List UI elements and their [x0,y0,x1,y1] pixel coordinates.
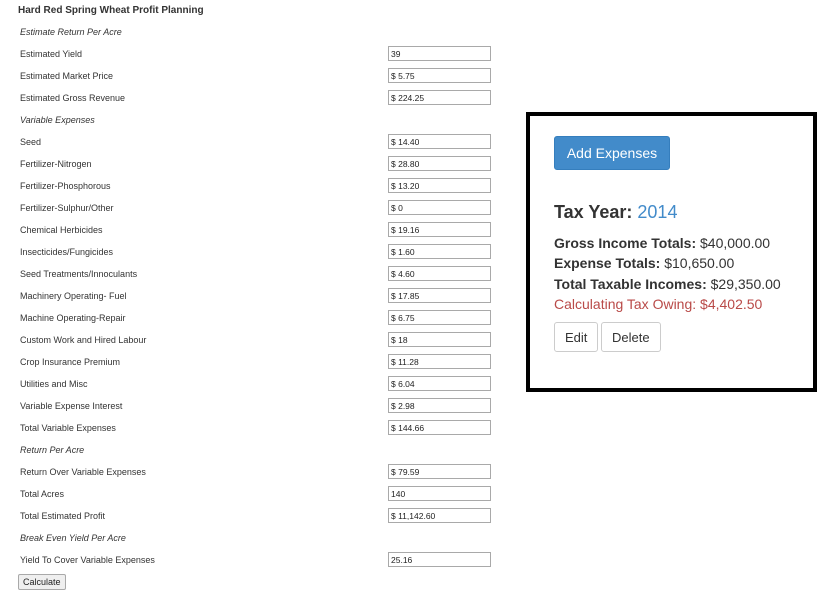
field-label: Estimated Yield [20,49,83,59]
delete-button[interactable]: Delete [601,322,661,352]
form-row-fertilizer-nitrogen: Fertilizer-Nitrogen [20,156,500,172]
form-row-insecticides-fungicides: Insecticides/Fungicides [20,244,500,260]
machinery-operating-fuel-input[interactable] [388,288,491,303]
field-label: Fertilizer-Nitrogen [20,159,92,169]
field-label: Total Acres [20,489,65,499]
return-over-variable-expenses-input[interactable] [388,464,491,479]
field-label: Machinery Operating- Fuel [20,291,127,301]
taxable-income-label: Total Taxable Incomes: [554,276,707,292]
taxable-income-line: Total Taxable Incomes: $29,350.00 [554,276,781,292]
form-row-machine-operating-repair: Machine Operating-Repair [20,310,500,326]
section-heading-variable-expenses: Variable Expenses [20,112,500,128]
gross-income-line: Gross Income Totals: $40,000.00 [554,235,770,251]
chemical-herbicides-input[interactable] [388,222,491,237]
form-row-return-over-variable-expenses: Return Over Variable Expenses [20,464,500,480]
machine-operating-repair-input[interactable] [388,310,491,325]
tax-summary-panel: Add Expenses Tax Year: 2014 Gross Income… [526,112,817,392]
fertilizer-phosphorous-input[interactable] [388,178,491,193]
field-label: Insecticides/Fungicides [20,247,114,257]
field-label: Crop Insurance Premium [20,357,121,367]
gross-income-value: $40,000.00 [700,235,771,251]
tax-year-heading: Tax Year: 2014 [554,202,677,223]
tax-owing-text: Calculating Tax Owing: $4,402.50 [554,296,763,312]
variable-expense-interest-input[interactable] [388,398,491,413]
section-heading-label: Break Even Yield Per Acre [20,533,126,543]
section-heading-return-per-acre: Return Per Acre [20,442,500,458]
edit-button[interactable]: Edit [554,322,599,352]
form-row-machinery-operating-fuel: Machinery Operating- Fuel [20,288,500,304]
tax-year-value: 2014 [637,202,678,222]
form-row-fertilizer-phosphorous: Fertilizer-Phosphorous [20,178,500,194]
form-row-yield-to-cover-variable-expenses: Yield To Cover Variable Expenses [20,552,500,568]
field-label: Machine Operating-Repair [20,313,126,323]
form-row-custom-work-and-hired-labour: Custom Work and Hired Labour [20,332,500,348]
estimated-market-price-input[interactable] [388,68,491,83]
field-label: Variable Expense Interest [20,401,123,411]
fertilizer-nitrogen-input[interactable] [388,156,491,171]
form-title: Hard Red Spring Wheat Profit Planning [18,5,204,16]
section-heading-label: Estimate Return Per Acre [20,27,122,37]
utilities-and-misc-input[interactable] [388,376,491,391]
section-heading-estimate-return-per-acre: Estimate Return Per Acre [20,24,500,40]
form-row-fertilizer-sulphur-other: Fertilizer-Sulphur/Other [20,200,500,216]
form-row-total-variable-expenses: Total Variable Expenses [20,420,500,436]
seed-input[interactable] [388,134,491,149]
section-heading-break-even-yield-per-acre: Break Even Yield Per Acre [20,530,500,546]
expense-totals-value: $10,650.00 [664,255,735,271]
total-acres-input[interactable] [388,486,491,501]
add-expenses-button[interactable]: Add Expenses [554,136,670,170]
page: Hard Red Spring Wheat Profit Planning Es… [0,0,833,610]
field-label: Estimated Gross Revenue [20,93,126,103]
taxable-income-value: $29,350.00 [710,276,781,292]
insecticides-fungicides-input[interactable] [388,244,491,259]
total-estimated-profit-input[interactable] [388,508,491,523]
form-row-estimated-yield: Estimated Yield [20,46,500,62]
form-row-estimated-market-price: Estimated Market Price [20,68,500,84]
field-label: Total Estimated Profit [20,511,106,521]
seed-treatments-innoculants-input[interactable] [388,266,491,281]
yield-to-cover-variable-expenses-input[interactable] [388,552,491,567]
field-label: Fertilizer-Sulphur/Other [20,203,114,213]
field-label: Return Over Variable Expenses [20,467,146,477]
field-label: Seed [20,137,42,147]
field-label: Estimated Market Price [20,71,114,81]
form-row-total-estimated-profit: Total Estimated Profit [20,508,500,524]
form-row-total-acres: Total Acres [20,486,500,502]
field-label: Utilities and Misc [20,379,88,389]
estimated-yield-input[interactable] [388,46,491,61]
form-row-chemical-herbicides: Chemical Herbicides [20,222,500,238]
form-row-seed: Seed [20,134,500,150]
fertilizer-sulphur-other-input[interactable] [388,200,491,215]
calculate-button[interactable]: Calculate [18,574,66,590]
form-row-seed-treatments-innoculants: Seed Treatments/Innoculants [20,266,500,282]
form-row-crop-insurance-premium: Crop Insurance Premium [20,354,500,370]
form-row-variable-expense-interest: Variable Expense Interest [20,398,500,414]
estimated-gross-revenue-input[interactable] [388,90,491,105]
expense-totals-line: Expense Totals: $10,650.00 [554,255,734,271]
field-label: Yield To Cover Variable Expenses [20,555,155,565]
gross-income-label: Gross Income Totals: [554,235,697,251]
field-label: Seed Treatments/Innoculants [20,269,138,279]
tax-year-label: Tax Year: [554,202,633,222]
crop-insurance-premium-input[interactable] [388,354,491,369]
total-variable-expenses-input[interactable] [388,420,491,435]
field-label: Chemical Herbicides [20,225,103,235]
form-row-estimated-gross-revenue: Estimated Gross Revenue [20,90,500,106]
field-label: Fertilizer-Phosphorous [20,181,111,191]
custom-work-and-hired-labour-input[interactable] [388,332,491,347]
section-heading-label: Variable Expenses [20,115,95,125]
field-label: Total Variable Expenses [20,423,116,433]
section-heading-label: Return Per Acre [20,445,85,455]
expense-totals-label: Expense Totals: [554,255,661,271]
field-label: Custom Work and Hired Labour [20,335,147,345]
form-row-utilities-and-misc: Utilities and Misc [20,376,500,392]
